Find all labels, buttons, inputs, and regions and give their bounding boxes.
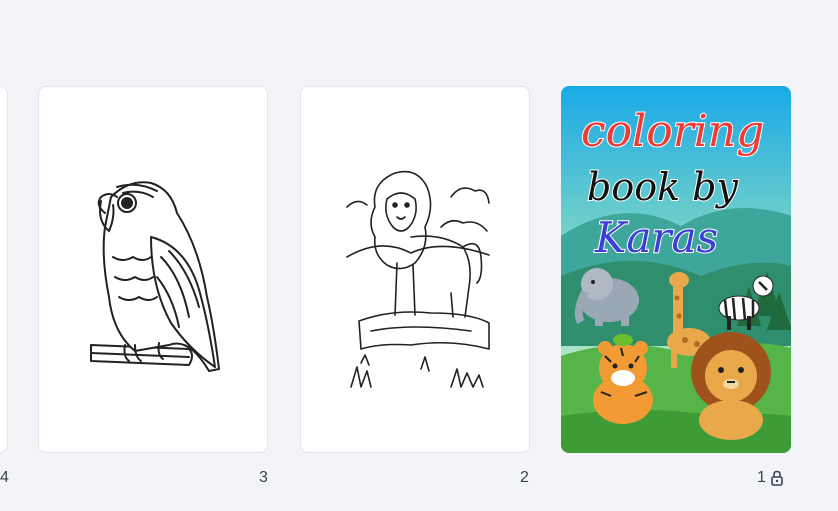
page-number-4: 4: [0, 469, 9, 486]
cover-illustration: coloring book by Karas: [561, 86, 791, 453]
page-number-1-row: 1: [757, 469, 784, 487]
page-thumbnail-4[interactable]: [0, 86, 8, 453]
cover-title-line3: Karas: [594, 213, 718, 262]
page-number-3: 3: [259, 469, 268, 486]
parrot-illustration: [90, 181, 220, 372]
lock-icon[interactable]: [770, 470, 784, 486]
page-thumbnail-3[interactable]: [38, 86, 268, 453]
page-number-2: 2: [520, 469, 529, 486]
page-thumbnail-1[interactable]: coloring book by Karas: [561, 86, 791, 453]
page-number-1: 1: [757, 469, 766, 486]
lion-illustration: [346, 153, 490, 399]
page-thumbnail-2[interactable]: [300, 86, 530, 453]
cover-title-line1: coloring: [581, 106, 764, 157]
cover-title-line2: book by: [587, 165, 739, 209]
